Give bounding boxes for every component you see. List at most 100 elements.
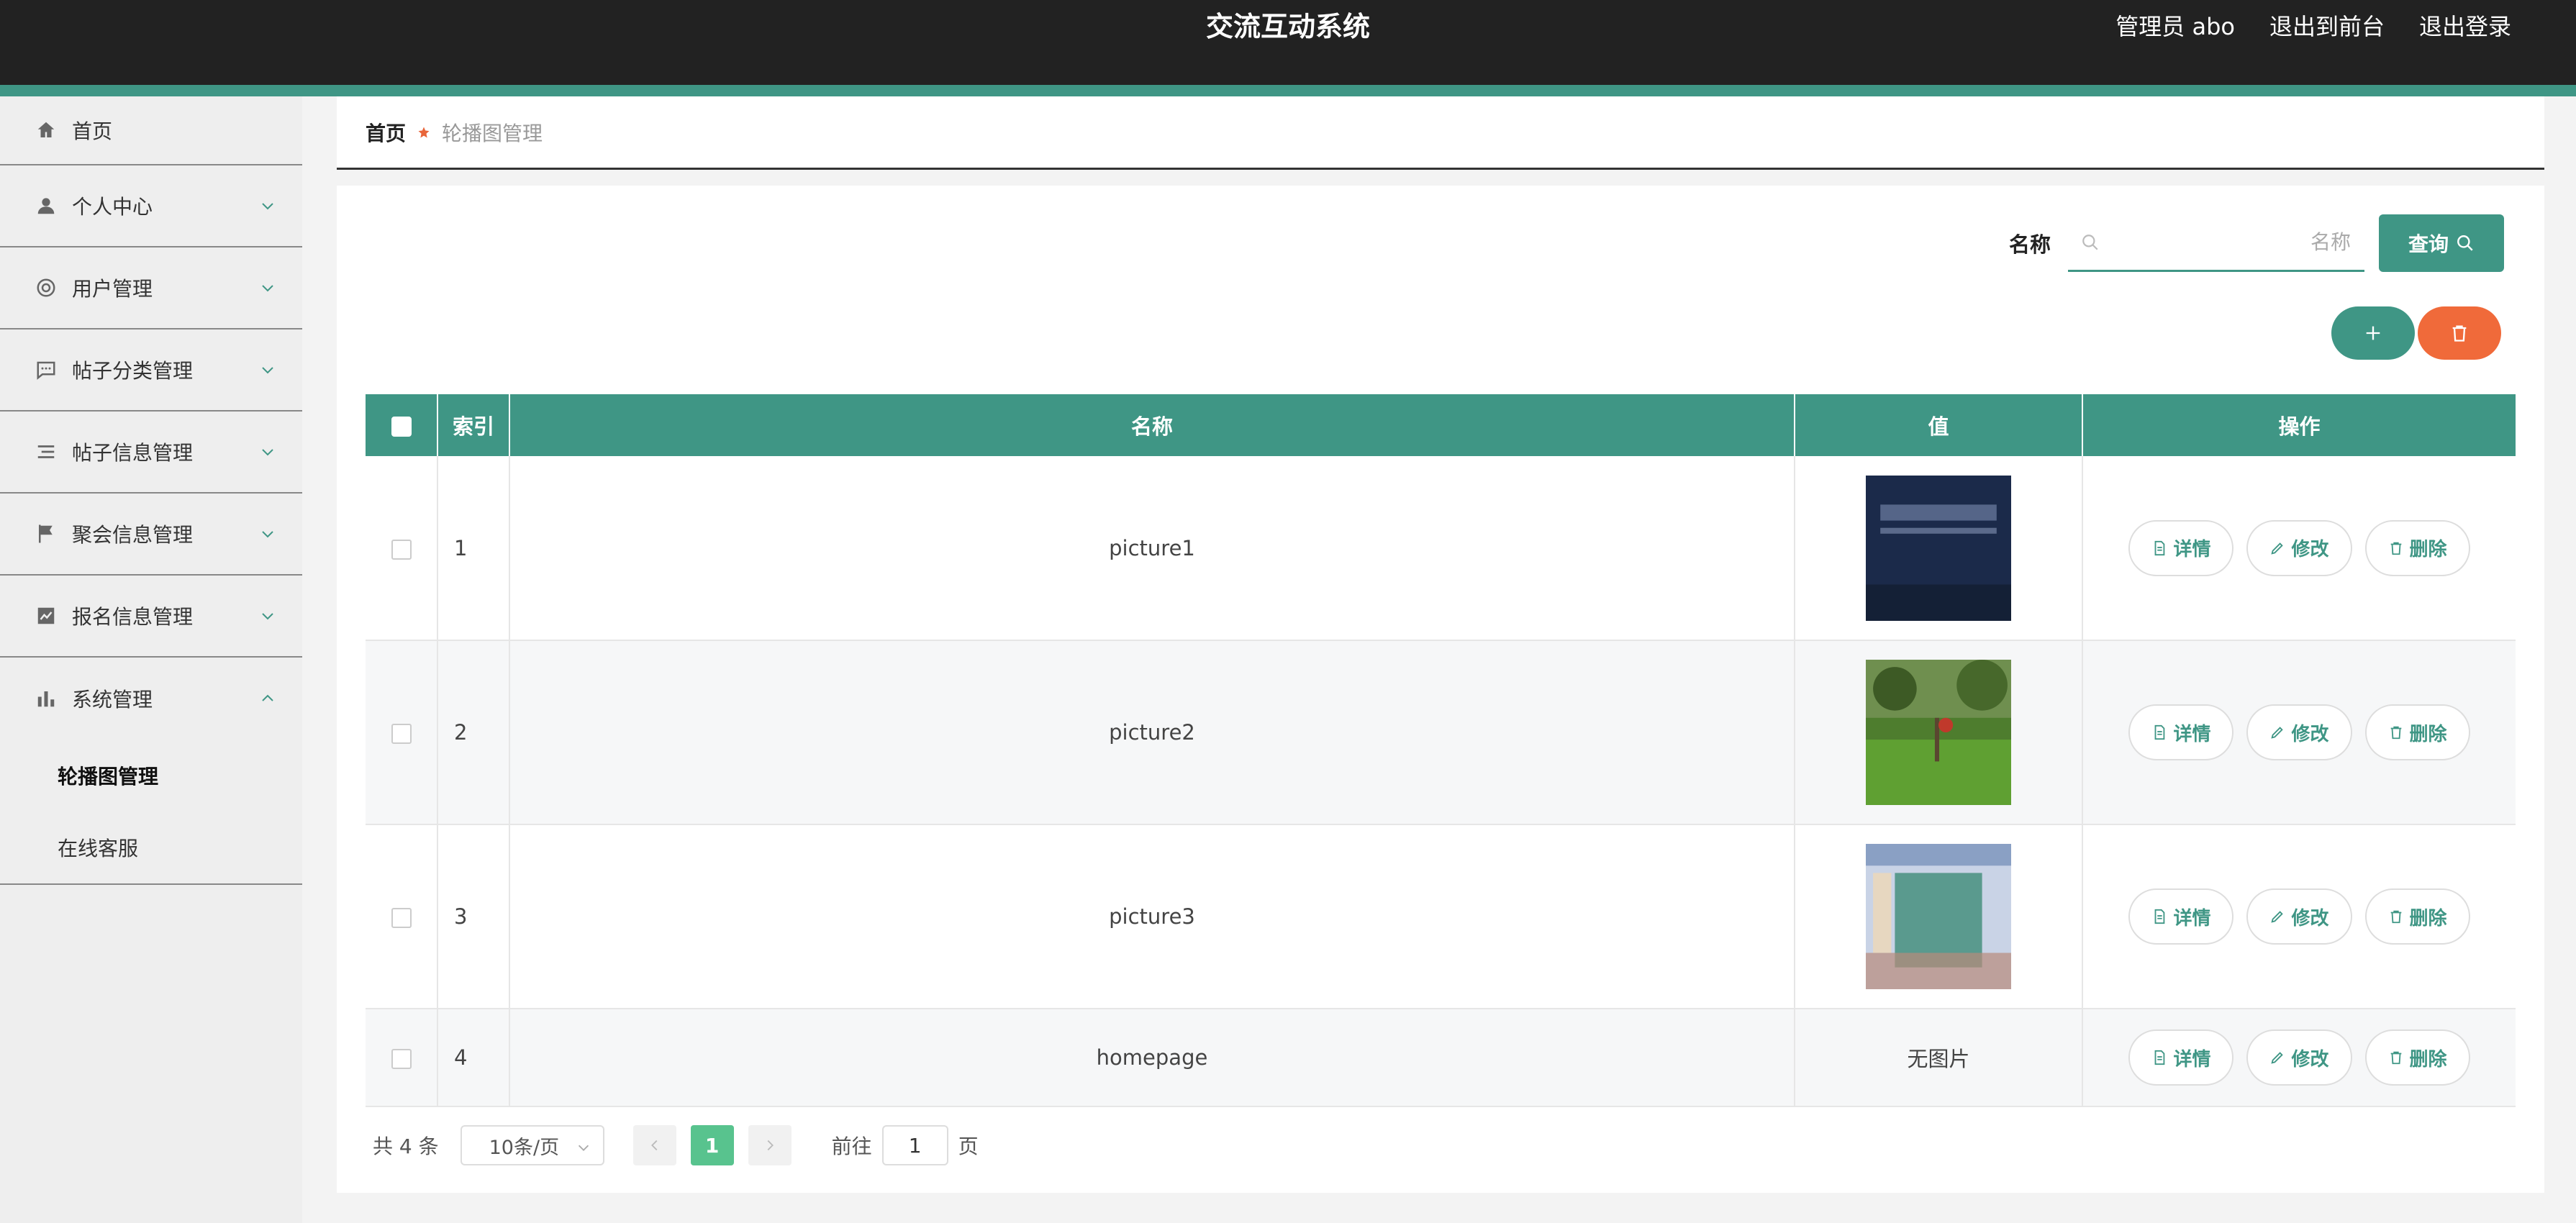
detail-button[interactable]: 详情 [2128,888,2234,945]
edit-label: 修改 [2291,539,2329,560]
prev-page-button[interactable] [632,1125,676,1165]
sidebar-item-system[interactable]: 系统管理 [0,658,302,740]
document-icon [2155,909,2165,924]
chevron-down-icon [259,442,276,459]
add-button[interactable] [2331,306,2415,360]
row-value [1795,824,2083,1009]
detail-button[interactable]: 详情 [2128,1029,2234,1086]
carousel-thumbnail[interactable] [1866,475,2011,621]
table-row: 1 picture1 详情 修改 删除 [366,456,2516,641]
trash-icon [2390,726,2401,740]
edit-button[interactable]: 修改 [2246,1029,2352,1086]
chevron-up-icon [259,688,276,706]
sidebar-subitem-carousel[interactable]: 轮播图管理 [0,740,302,811]
delete-button[interactable]: 删除 [2364,519,2470,576]
sidebar-item-post-category[interactable]: 帖子分类管理 [0,329,302,412]
chevron-down-icon [259,524,276,541]
edit-button[interactable]: 修改 [2246,519,2352,576]
edit-icon [2271,1052,2284,1064]
row-checkbox[interactable] [391,724,412,744]
exit-to-front-link[interactable]: 退出到前台 [2269,9,2385,45]
table-row: 2 picture2 详情 修改 删除 [366,640,2516,825]
row-name: picture1 [509,456,1795,641]
delete-label: 删除 [2409,539,2447,560]
delete-label: 删除 [2409,723,2447,745]
logout-link[interactable]: 退出登录 [2419,9,2511,45]
breadcrumb-home[interactable]: 首页 [366,118,406,147]
sidebar-subitem-online-service[interactable]: 在线客服 [0,811,302,883]
sidebar-item-label: 聚会信息管理 [72,523,194,547]
row-ops: 详情 修改 删除 [2082,1009,2516,1107]
sidebar-item-signup-info[interactable]: 报名信息管理 [0,576,302,658]
next-page-button[interactable] [748,1125,792,1165]
detail-button[interactable]: 详情 [2128,704,2234,760]
bar-chart-icon [35,687,58,710]
chart-icon [35,604,58,627]
query-button-label: 查询 [2408,232,2449,256]
sidebar-item-post-info[interactable]: 帖子信息管理 [0,412,302,494]
sidebar-item-user-management[interactable]: 用户管理 [0,247,302,329]
delete-button[interactable]: 删除 [2364,1029,2470,1086]
chevron-down-icon [259,606,276,623]
row-checkbox[interactable] [391,539,412,560]
select-all-checkbox[interactable] [391,417,412,437]
chevron-right-icon [767,1140,774,1151]
sidebar-item-personal-center[interactable]: 个人中心 [0,165,302,247]
delete-label: 删除 [2409,907,2447,929]
breadcrumb-current: 轮播图管理 [442,121,543,145]
row-ops: 详情 修改 删除 [2082,640,2516,825]
search-input[interactable] [2100,220,2391,264]
trash-icon [2452,325,2467,342]
chevron-down-icon [259,278,276,295]
document-icon [2155,1050,2165,1065]
pagination-total: 共 4 条 [373,1135,439,1158]
chevron-left-icon [650,1140,658,1151]
edit-label: 修改 [2291,907,2329,929]
user-icon [35,194,58,217]
header-ops: 操作 [2082,394,2516,456]
breadcrumb: 首页 轮播图管理 [337,96,2544,170]
sidebar-item-home[interactable]: 首页 [0,96,302,165]
page-number-current[interactable]: 1 [690,1125,734,1165]
edit-icon [2271,542,2284,555]
chevron-down-icon [259,360,276,377]
row-value [1795,456,2083,641]
goto-page-input[interactable] [881,1125,948,1165]
system-submenu: 轮播图管理 在线客服 [0,740,302,885]
carousel-thumbnail[interactable] [1866,660,2011,805]
row-index: 2 [437,640,510,825]
delete-button[interactable]: 删除 [2364,704,2470,760]
edit-icon [2271,911,2284,923]
edit-label: 修改 [2291,1048,2329,1070]
trash-icon [2390,542,2401,555]
trash-icon [2390,910,2401,924]
row-value [1795,640,2083,825]
carousel-thumbnail[interactable] [1866,844,2011,989]
batch-delete-button[interactable] [2418,306,2501,360]
detail-button[interactable]: 详情 [2128,519,2234,576]
select-all-cell [366,394,438,456]
row-name: homepage [509,1009,1795,1107]
admin-user[interactable]: 管理员 abo [2115,9,2235,45]
document-icon [2155,540,2165,555]
chevron-down-icon [259,196,276,213]
sidebar: 首页 个人中心 用户管理 帖子分类管理 帖子信息管理 聚会信息管理 报名信息管理… [0,96,302,1223]
sidebar-item-party-info[interactable]: 聚会信息管理 [0,494,302,576]
edit-button[interactable]: 修改 [2246,888,2352,945]
edit-button[interactable]: 修改 [2246,704,2352,760]
row-ops: 详情 修改 删除 [2082,824,2516,1009]
sidebar-item-label: 帖子分类管理 [72,359,194,383]
delete-button[interactable]: 删除 [2364,888,2470,945]
detail-label: 详情 [2173,907,2211,929]
header-value: 值 [1795,394,2083,456]
goto-page: 前往 页 [832,1125,979,1165]
edit-label: 修改 [2291,723,2329,745]
top-actions: 管理员 abo 退出到前台 退出登录 [2115,9,2511,45]
flower-separator-icon [417,126,430,139]
page-size-select[interactable]: 10条/页 [460,1125,604,1165]
table-header-row: 索引 名称 值 操作 [366,394,2516,456]
query-button[interactable]: 查询 [2379,214,2504,272]
row-checkbox[interactable] [391,908,412,928]
row-name: picture3 [509,824,1795,1009]
row-checkbox[interactable] [391,1049,412,1069]
